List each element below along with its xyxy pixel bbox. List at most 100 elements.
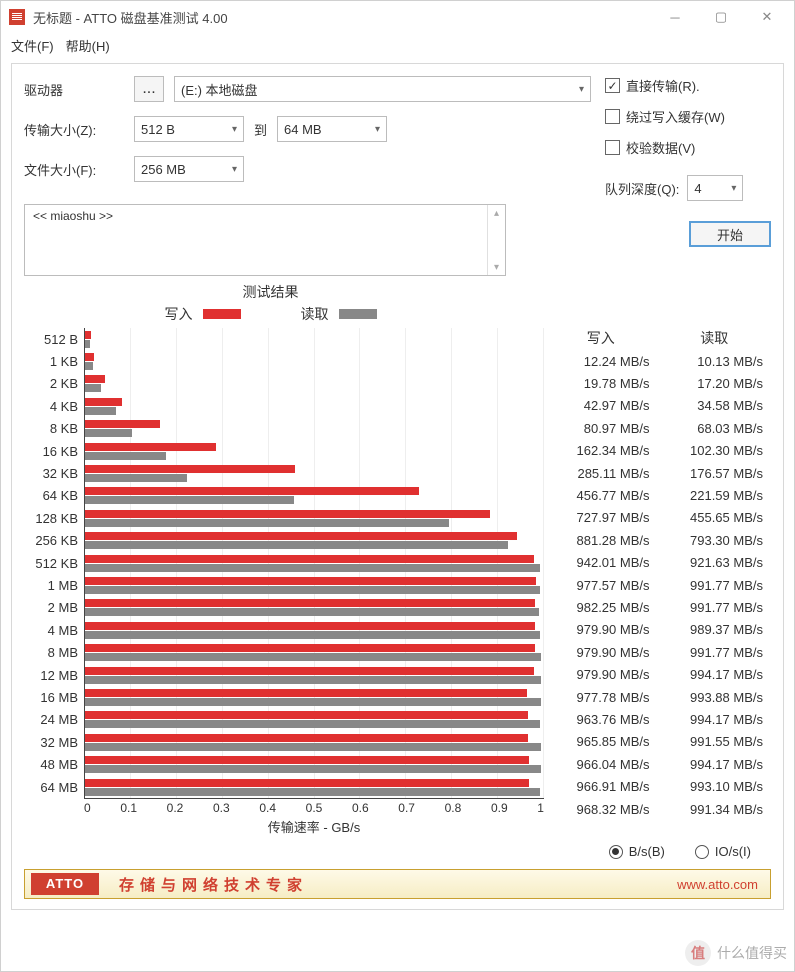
read-value: 994.17 MB/s <box>658 708 772 730</box>
read-bar <box>85 631 540 639</box>
write-bar <box>85 420 160 428</box>
label-direct: 直接传输(R). <box>626 76 700 95</box>
tx-to-value: 64 MB <box>284 122 322 137</box>
bar-pair <box>85 507 544 529</box>
read-value: 10.13 MB/s <box>658 350 772 372</box>
write-bar <box>85 577 536 585</box>
description-text: << miaoshu >> <box>25 205 487 275</box>
minimize-button[interactable]: ─ <box>652 2 698 32</box>
bar-pair <box>85 574 544 596</box>
write-bar <box>85 779 529 787</box>
read-value: 991.77 MB/s <box>658 574 772 596</box>
bar-pair <box>85 709 544 731</box>
legend-read-swatch <box>339 309 377 319</box>
write-bar <box>85 532 517 540</box>
drive-select[interactable]: (E:) 本地磁盘 ▾ <box>174 76 591 102</box>
checkbox-direct[interactable]: ✓ 直接传输(R). <box>605 76 771 95</box>
radio-bytes-per-sec[interactable]: B/s(B) <box>609 844 665 859</box>
drive-value: (E:) 本地磁盘 <box>181 80 258 99</box>
x-axis-label: 传输速率 - GB/s <box>84 817 544 836</box>
write-value: 977.57 MB/s <box>544 574 658 596</box>
write-bar <box>85 487 419 495</box>
browse-button[interactable]: ... <box>134 76 164 102</box>
read-bar <box>85 564 540 572</box>
transfer-size-to-select[interactable]: 64 MB ▾ <box>277 116 387 142</box>
x-tick-label: 0 <box>84 801 91 815</box>
x-tick-label: 0.4 <box>259 801 276 815</box>
y-tick-label: 4 MB <box>24 619 78 641</box>
y-tick-label: 8 KB <box>24 418 78 440</box>
write-value: 12.24 MB/s <box>544 350 658 372</box>
read-value: 991.77 MB/s <box>658 596 772 618</box>
x-tick-label: 0.1 <box>120 801 137 815</box>
watermark-text: 什么值得买 <box>717 943 787 963</box>
read-value: 34.58 MB/s <box>658 395 772 417</box>
watermark-icon: 值 <box>685 940 711 966</box>
y-tick-label: 2 MB <box>24 597 78 619</box>
read-bar <box>85 788 540 796</box>
y-tick-label: 64 MB <box>24 776 78 798</box>
read-bar <box>85 608 539 616</box>
write-value: 968.32 MB/s <box>544 798 658 820</box>
write-value: 42.97 MB/s <box>544 395 658 417</box>
read-value: 921.63 MB/s <box>658 552 772 574</box>
bar-pair <box>85 664 544 686</box>
radio-icon <box>695 845 709 859</box>
bar-pair <box>85 686 544 708</box>
read-bar <box>85 743 541 751</box>
scroll-up-icon[interactable]: ▴ <box>488 205 505 221</box>
maximize-button[interactable]: ▢ <box>698 2 744 32</box>
close-button[interactable]: ✕ <box>744 2 790 32</box>
description-box[interactable]: << miaoshu >> ▴▾ <box>24 204 506 276</box>
window-title: 无标题 - ATTO 磁盘基准测试 4.00 <box>33 8 652 27</box>
read-value: 993.88 MB/s <box>658 686 772 708</box>
menu-file[interactable]: 文件(F) <box>11 36 54 55</box>
bar-pair <box>85 328 544 350</box>
footer-banner: ATTO 存储与网络技术专家 www.atto.com <box>24 869 771 899</box>
chevron-down-icon: ▾ <box>232 164 237 175</box>
bar-pair <box>85 440 544 462</box>
bar-pair <box>85 462 544 484</box>
y-tick-label: 2 KB <box>24 373 78 395</box>
read-column-header: 读取 <box>658 328 772 350</box>
write-value: 881.28 MB/s <box>544 529 658 551</box>
bar-pair <box>85 395 544 417</box>
title-bar: 无标题 - ATTO 磁盘基准测试 4.00 ─ ▢ ✕ <box>1 1 794 33</box>
checkbox-icon <box>605 109 620 124</box>
chevron-down-icon: ▾ <box>375 124 380 135</box>
x-tick-label: 0.3 <box>213 801 230 815</box>
radio-io-per-sec[interactable]: IO/s(I) <box>695 844 751 859</box>
read-bar <box>85 676 541 684</box>
read-bar <box>85 407 116 415</box>
x-tick-label: 0.8 <box>445 801 462 815</box>
menu-help[interactable]: 帮助(H) <box>66 36 110 55</box>
write-value: 965.85 MB/s <box>544 731 658 753</box>
x-tick-label: 1 <box>537 801 544 815</box>
transfer-size-from-select[interactable]: 512 B ▾ <box>134 116 244 142</box>
start-button[interactable]: 开始 <box>689 221 771 247</box>
write-value: 979.90 MB/s <box>544 619 658 641</box>
scroll-down-icon[interactable]: ▾ <box>488 259 505 275</box>
read-value: 102.30 MB/s <box>658 440 772 462</box>
bar-pair <box>85 350 544 372</box>
read-value: 176.57 MB/s <box>658 462 772 484</box>
write-value: 456.77 MB/s <box>544 484 658 506</box>
read-bar <box>85 541 508 549</box>
y-tick-label: 128 KB <box>24 507 78 529</box>
y-tick-label: 512 B <box>24 328 78 350</box>
read-bar <box>85 429 132 437</box>
file-size-select[interactable]: 256 MB ▾ <box>134 156 244 182</box>
write-bar <box>85 510 490 518</box>
watermark: 值 什么值得买 <box>685 940 787 966</box>
read-value: 994.17 MB/s <box>658 753 772 775</box>
chevron-down-icon: ▾ <box>232 124 237 135</box>
queue-depth-select[interactable]: 4 ▾ <box>687 175 743 201</box>
label-file-size: 文件大小(F): <box>24 160 124 179</box>
write-bar <box>85 465 295 473</box>
scrollbar[interactable]: ▴▾ <box>487 205 505 275</box>
checkbox-bypass[interactable]: 绕过写入缓存(W) <box>605 107 771 126</box>
checkbox-verify[interactable]: 校验数据(V) <box>605 138 771 157</box>
read-value: 455.65 MB/s <box>658 507 772 529</box>
write-value: 285.11 MB/s <box>544 462 658 484</box>
read-value: 991.34 MB/s <box>658 798 772 820</box>
